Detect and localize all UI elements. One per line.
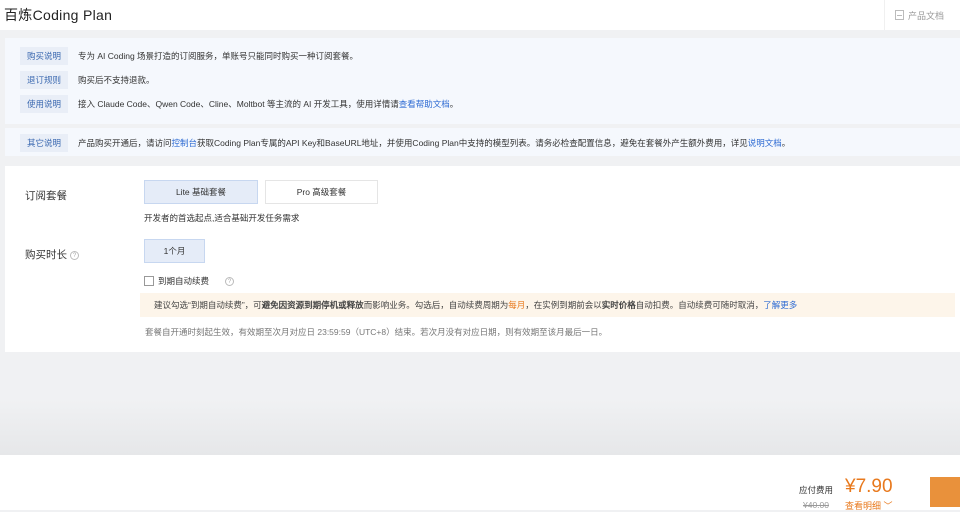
info-text: 购买后不支持退款。 xyxy=(78,75,155,85)
info-row: 使用说明 接入 Claude Code、Qwen Code、Cline、Moltb… xyxy=(5,92,960,116)
other-info-panel: 其它说明 产品购买开通后，请访问 控制台 获取Coding Plan专属的API Ke… xyxy=(5,128,960,156)
info-text: 产品购买开通后，请访问 xyxy=(78,138,172,148)
info-row: 退订规则 购买后不支持退款。 xyxy=(5,68,960,92)
punct: 。 xyxy=(781,138,791,148)
docs-link[interactable]: 说明文档 xyxy=(748,137,782,149)
plan-label: 订阅套餐 xyxy=(25,190,67,202)
order-form: 订阅套餐 Lite 基础套餐 Pro 高级套餐 开发者的首选起点,适合基础开发任… xyxy=(5,166,960,352)
notice-bold: 避免因资源到期停机或释放 xyxy=(261,300,364,310)
help-icon[interactable]: ? xyxy=(70,250,79,260)
info-row: 购买说明 专为 AI Coding 场景打造的订阅服务，单账号只能同时购买一种订阅… xyxy=(5,44,960,68)
help-docs-link[interactable]: 查看帮助文档 xyxy=(399,98,450,110)
price: ¥7.90 xyxy=(845,476,893,497)
header: 百炼Coding Plan 产品文档 xyxy=(0,0,960,30)
page-title: 百炼Coding Plan xyxy=(4,7,113,23)
payable-label: 应付费用 xyxy=(799,485,834,495)
pay-button[interactable] xyxy=(930,477,960,507)
plan-option-lite[interactable]: Lite 基础套餐 xyxy=(144,180,258,204)
info-text: 专为 AI Coding 场景打造的订阅服务，单账号只能同时购买一种订阅套餐。 xyxy=(78,51,359,61)
product-docs-button[interactable]: 产品文档 xyxy=(884,0,960,30)
document-icon xyxy=(895,10,904,20)
plan-option-pro[interactable]: Pro 高级套餐 xyxy=(265,180,378,204)
docs-label: 产品文档 xyxy=(908,10,945,21)
auto-renew-row: 到期自动续费 ? xyxy=(144,275,235,287)
notice-text: 自动扣费。自动续费可随时取消， xyxy=(635,300,764,310)
info-tag: 购买说明 xyxy=(20,47,68,65)
duration-option-1-month[interactable]: 1个月 xyxy=(144,239,205,263)
plan-description: 开发者的首选起点,适合基础开发任务需求 xyxy=(144,213,300,223)
learn-more-link[interactable]: 了解更多 xyxy=(763,299,797,311)
notice-bold: 实时价格 xyxy=(601,300,636,310)
notice-text: 而影响业务。勾选后，自动续费周期为 xyxy=(363,300,509,310)
original-price: ¥40.00 xyxy=(803,500,829,510)
auto-renew-notice: 建议勾选“到期自动续费”，可 避免因资源到期停机或释放 而影响业务。勾选后，自动续费… xyxy=(140,293,955,317)
info-tag: 其它说明 xyxy=(20,134,68,152)
footer-bar: 应付费用 ¥7.90 ¥40.00 查看明细 ﹀ xyxy=(0,455,960,512)
duration-label-wrap: 购买时长? xyxy=(25,247,79,262)
help-icon[interactable]: ? xyxy=(225,276,235,286)
info-tag: 退订规则 xyxy=(20,71,68,89)
notice-text: 建议勾选“到期自动续费”，可 xyxy=(154,300,262,310)
validity-note: 套餐自开通时刻起生效，有效期至次月对应日 23:59:59（UTC+8）结束。若… xyxy=(145,327,608,337)
info-row: 其它说明 产品购买开通后，请访问 控制台 获取Coding Plan专属的API Ke… xyxy=(5,131,960,155)
info-tag: 使用说明 xyxy=(20,95,68,113)
auto-renew-label[interactable]: 到期自动续费 xyxy=(158,275,209,287)
punct: 。 xyxy=(449,99,459,109)
info-text: 接入 Claude Code、Qwen Code、Cline、Moltbot 等… xyxy=(78,99,399,109)
duration-label: 购买时长 xyxy=(25,249,67,261)
renew-period: 每月 xyxy=(508,300,526,310)
background-fade xyxy=(0,400,960,455)
notice-text: ，在实例到期前会以 xyxy=(525,300,602,310)
info-panel: 购买说明 专为 AI Coding 场景打造的订阅服务，单账号只能同时购买一种订阅… xyxy=(5,38,960,124)
info-text: 获取Coding Plan专属的API Key和BaseURL地址，并使用Cod… xyxy=(197,138,748,148)
auto-renew-checkbox[interactable] xyxy=(144,276,154,286)
console-link[interactable]: 控制台 xyxy=(172,137,198,149)
view-details-link[interactable]: 查看明细 ﹀ xyxy=(845,499,893,512)
